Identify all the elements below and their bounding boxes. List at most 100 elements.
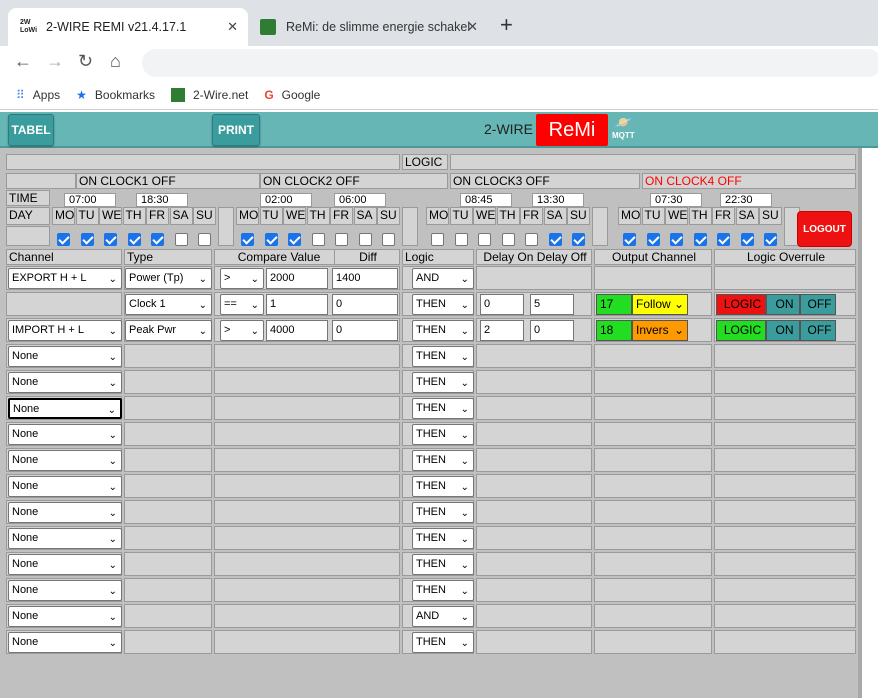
- override-logic-button[interactable]: LOGIC: [716, 294, 766, 315]
- browser-tab-remi[interactable]: 2W LoWi 2-WIRE REMI v21.4.17.1 ✕: [8, 8, 248, 46]
- channel-select[interactable]: None ⌄: [8, 398, 122, 419]
- tabel-button[interactable]: TABEL: [8, 114, 54, 146]
- close-tab-icon[interactable]: ✕: [467, 19, 478, 35]
- operator-select[interactable]: > ⌄: [220, 320, 264, 341]
- type-select[interactable]: Power (Tp) ⌄: [125, 268, 212, 289]
- mqtt-indicator[interactable]: 🪐 MQTT: [612, 114, 635, 140]
- output-mode-select[interactable]: Follow ⌄: [632, 294, 688, 315]
- override-off-button[interactable]: OFF: [800, 294, 836, 315]
- new-tab-icon[interactable]: +: [500, 12, 513, 38]
- logic-select[interactable]: THEN ⌄: [412, 450, 474, 471]
- day-checkbox[interactable]: [764, 233, 777, 246]
- channel-select[interactable]: None ⌄: [8, 502, 122, 523]
- close-tab-icon[interactable]: ✕: [227, 19, 238, 35]
- time-input-4[interactable]: 06:00: [334, 193, 386, 207]
- delay-off-input[interactable]: 5: [530, 294, 574, 315]
- channel-select[interactable]: None ⌄: [8, 450, 122, 471]
- print-button[interactable]: PRINT: [212, 114, 260, 146]
- channel-select[interactable]: None ⌄: [8, 580, 122, 601]
- logic-select[interactable]: AND ⌄: [412, 606, 474, 627]
- day-checkbox[interactable]: [127, 233, 141, 246]
- logic-select[interactable]: THEN ⌄: [412, 502, 474, 523]
- day-checkbox[interactable]: [693, 233, 707, 246]
- address-bar[interactable]: [142, 49, 878, 77]
- override-on-button[interactable]: ON: [766, 320, 800, 341]
- compare-value-input[interactable]: 2000: [266, 268, 328, 289]
- day-checkbox[interactable]: [478, 233, 491, 246]
- day-checkbox[interactable]: [311, 233, 325, 246]
- time-input-5[interactable]: 08:45: [460, 193, 512, 207]
- override-off-button[interactable]: OFF: [800, 320, 836, 341]
- channel-select[interactable]: IMPORT H + L ⌄: [8, 320, 122, 341]
- time-input-3[interactable]: 02:00: [260, 193, 312, 207]
- channel-select[interactable]: None ⌄: [8, 476, 122, 497]
- day-checkbox[interactable]: [80, 233, 94, 246]
- forward-icon[interactable]: →: [46, 51, 64, 72]
- diff-input[interactable]: 0: [332, 320, 398, 341]
- bookmark-apps[interactable]: ⠿ Apps: [16, 88, 60, 102]
- operator-select[interactable]: == ⌄: [220, 294, 264, 315]
- bookmark-2wire[interactable]: 2-Wire.net: [170, 87, 248, 102]
- day-checkbox[interactable]: [57, 233, 70, 246]
- browser-tab-remi-site[interactable]: ReMi: de slimme energie schakel ✕: [252, 8, 488, 46]
- day-checkbox[interactable]: [241, 233, 254, 246]
- day-checkbox[interactable]: [572, 233, 585, 246]
- day-checkbox[interactable]: [198, 233, 211, 246]
- logic-select[interactable]: THEN ⌄: [412, 346, 474, 367]
- channel-select[interactable]: None ⌄: [8, 528, 122, 549]
- bookmark-bookmarks[interactable]: ★ Bookmarks: [76, 88, 155, 102]
- reload-icon[interactable]: ↻: [78, 51, 93, 72]
- output-mode-select[interactable]: Invers ⌄: [632, 320, 688, 341]
- channel-select[interactable]: None ⌄: [8, 424, 122, 445]
- logic-select[interactable]: THEN ⌄: [412, 372, 474, 393]
- diff-input[interactable]: 0: [332, 294, 398, 315]
- day-checkbox[interactable]: [623, 233, 636, 246]
- day-checkbox[interactable]: [454, 233, 468, 246]
- compare-value-input[interactable]: 4000: [266, 320, 328, 341]
- logic-select[interactable]: THEN ⌄: [412, 528, 474, 549]
- day-checkbox[interactable]: [264, 233, 278, 246]
- channel-select[interactable]: EXPORT H + L ⌄: [8, 268, 122, 289]
- logic-select[interactable]: THEN ⌄: [412, 554, 474, 575]
- logic-select[interactable]: THEN ⌄: [412, 632, 474, 653]
- type-select[interactable]: Clock 1 ⌄: [125, 294, 212, 315]
- day-checkbox[interactable]: [358, 233, 372, 246]
- override-logic-button[interactable]: LOGIC: [716, 320, 766, 341]
- day-checkbox[interactable]: [670, 233, 683, 246]
- override-on-button[interactable]: ON: [766, 294, 800, 315]
- day-checkbox[interactable]: [288, 233, 301, 246]
- logout-button[interactable]: LOGOUT: [797, 211, 852, 247]
- channel-select[interactable]: None ⌄: [8, 606, 122, 627]
- day-checkbox[interactable]: [501, 233, 515, 246]
- day-checkbox[interactable]: [431, 233, 444, 246]
- day-checkbox[interactable]: [717, 233, 730, 246]
- operator-select[interactable]: > ⌄: [220, 268, 264, 289]
- bookmark-google[interactable]: G Google: [264, 88, 320, 102]
- delay-on-input[interactable]: 0: [480, 294, 524, 315]
- delay-off-input[interactable]: 0: [530, 320, 574, 341]
- logic-select[interactable]: THEN ⌄: [412, 580, 474, 601]
- day-checkbox[interactable]: [548, 233, 562, 246]
- time-input-7[interactable]: 07:30: [650, 193, 702, 207]
- type-select[interactable]: Peak Pwr ⌄: [125, 320, 212, 341]
- time-input-2[interactable]: 18:30: [136, 193, 188, 207]
- compare-value-input[interactable]: 1: [266, 294, 328, 315]
- channel-select[interactable]: None ⌄: [8, 372, 122, 393]
- day-checkbox[interactable]: [740, 233, 754, 246]
- day-checkbox[interactable]: [646, 233, 660, 246]
- output-channel-number[interactable]: 18: [596, 320, 632, 341]
- diff-input[interactable]: 1400: [332, 268, 398, 289]
- day-checkbox[interactable]: [104, 233, 117, 246]
- channel-select[interactable]: None ⌄: [8, 346, 122, 367]
- logic-select[interactable]: THEN ⌄: [412, 476, 474, 497]
- logic-select[interactable]: THEN ⌄: [412, 320, 474, 341]
- logic-select[interactable]: THEN ⌄: [412, 294, 474, 315]
- channel-select[interactable]: None ⌄: [8, 632, 122, 653]
- time-input-6[interactable]: 13:30: [532, 193, 584, 207]
- time-input-8[interactable]: 22:30: [720, 193, 772, 207]
- time-input-1[interactable]: 07:00: [64, 193, 116, 207]
- day-checkbox[interactable]: [174, 233, 188, 246]
- day-checkbox[interactable]: [151, 233, 164, 246]
- delay-on-input[interactable]: 2: [480, 320, 524, 341]
- back-icon[interactable]: ←: [14, 51, 32, 72]
